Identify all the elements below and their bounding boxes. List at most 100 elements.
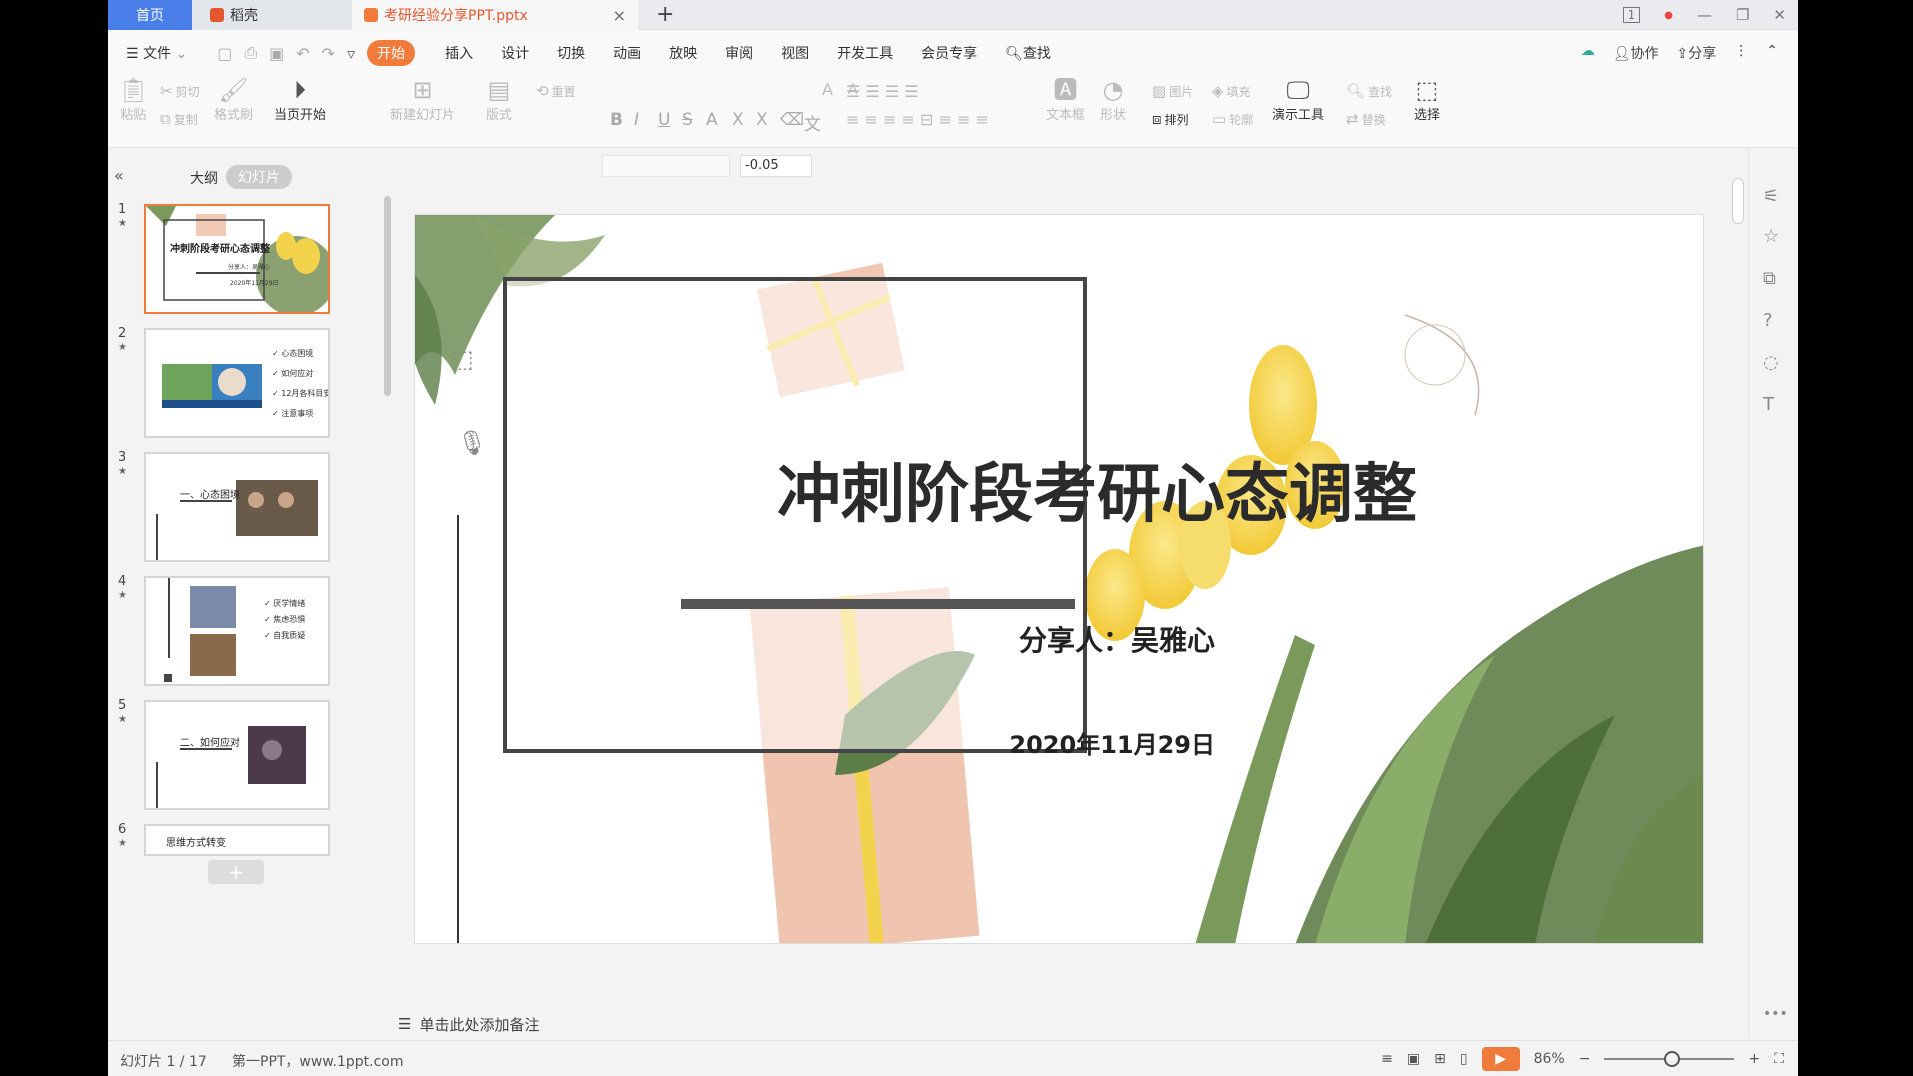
slide-thumbnail-2[interactable]: ✓ 心态困境 ✓ 如何应对 ✓ 12月各科目安排 ✓ 注意事项: [144, 328, 330, 438]
tab-document[interactable]: 考研经验分享PPT.pptx ×: [352, 0, 638, 30]
more-options-icon[interactable]: •••: [1763, 1006, 1788, 1022]
select-button[interactable]: ⬚ 选择: [1414, 76, 1440, 123]
bullets-icon[interactable]: ☰ ☰ ☰ ☰: [846, 82, 919, 101]
replace-button[interactable]: ⇄ 替换: [1346, 110, 1386, 128]
arrange-button[interactable]: ⧈ 排列: [1152, 110, 1189, 128]
new-tab-button[interactable]: +: [656, 2, 674, 27]
paste-button[interactable]: 📋︎ 粘贴: [118, 76, 148, 123]
add-slide-button[interactable]: +: [208, 860, 264, 884]
font-size-input[interactable]: -0.05: [740, 155, 812, 177]
outline-button[interactable]: ▭ 轮廓: [1212, 110, 1253, 128]
copy-button[interactable]: ⧉ 复制: [160, 110, 198, 128]
normal-view-icon[interactable]: ▣: [1407, 1051, 1420, 1067]
collaborate-button[interactable]: 👤︎协作: [1613, 43, 1659, 63]
slide-thumbnail-5[interactable]: 二、如何应对: [144, 700, 330, 810]
more-icon[interactable]: ⋮: [1734, 43, 1748, 63]
play-slideshow-button[interactable]: ▶: [1481, 1047, 1520, 1071]
align-icons[interactable]: ≡ ≡ ≡ ≡ ⊟ ≡ ≡ ≡: [846, 110, 989, 129]
window-close-button[interactable]: ✕: [1773, 6, 1786, 24]
slide-sorter-icon[interactable]: ⊞: [1434, 1051, 1446, 1067]
menu-slideshow[interactable]: 放映: [669, 43, 697, 63]
thumbnail-scrollbar[interactable]: [384, 196, 391, 396]
fit-window-icon[interactable]: ⛶: [1774, 1051, 1784, 1067]
print-preview-icon[interactable]: ▣: [269, 44, 284, 63]
menu-view[interactable]: 视图: [781, 43, 809, 63]
format-painter-button[interactable]: 🖌︎ 格式刷: [214, 76, 253, 123]
cut-button[interactable]: ✂ 剪切: [160, 82, 200, 100]
slide-thumbnail-4[interactable]: ✓ 厌学情绪 ✓ 焦虑恐惧 ✓ 自我质疑: [144, 576, 330, 686]
strikethrough-icon[interactable]: S: [682, 110, 693, 130]
canvas-scrollbar-thumb[interactable]: [1732, 178, 1744, 224]
image-button[interactable]: ▨ 图片: [1152, 82, 1193, 100]
layout-button[interactable]: ▤ 版式: [486, 76, 512, 123]
page-indicator[interactable]: 1: [1622, 7, 1641, 23]
copy-slide-icon[interactable]: ⧉: [1763, 268, 1776, 289]
video-camera-icon[interactable]: ⬚: [451, 345, 474, 373]
superscript-icon[interactable]: X: [732, 110, 744, 130]
reading-view-icon[interactable]: ▯: [1460, 1051, 1468, 1067]
shape-button[interactable]: ◔ 形状: [1100, 76, 1126, 123]
underline-icon[interactable]: U: [658, 110, 670, 130]
font-name-select[interactable]: [602, 155, 730, 177]
zoom-in-icon[interactable]: +: [1748, 1051, 1760, 1067]
menu-design[interactable]: 设计: [501, 43, 529, 63]
bold-icon[interactable]: B: [610, 110, 623, 130]
tab-outline[interactable]: 大纲: [190, 168, 218, 188]
notes-toggle-icon[interactable]: ≡: [1381, 1051, 1393, 1067]
zoom-out-icon[interactable]: −: [1579, 1051, 1591, 1067]
menu-start[interactable]: 开始: [367, 40, 416, 66]
menu-developer[interactable]: 开发工具: [837, 43, 893, 63]
play-from-current-button[interactable]: ⏵ 当页开始: [274, 76, 326, 123]
slide-date[interactable]: 2020年11月29日: [977, 725, 1215, 760]
slide-thumbnail-6[interactable]: 思维方式转变: [144, 824, 330, 856]
reset-button[interactable]: ⟲ 重置: [536, 82, 576, 100]
font-grow-icon[interactable]: A: [822, 80, 833, 99]
tab-slides[interactable]: 幻灯片: [226, 165, 292, 189]
collapse-ribbon-icon[interactable]: ⌃: [1766, 43, 1778, 63]
text-tool-icon[interactable]: T: [1763, 394, 1774, 415]
slide-thumbnail-1[interactable]: 冲刺阶段考研心态调整 分享人：吴雅心 2020年11月29日: [144, 204, 330, 314]
cloud-sync-icon[interactable]: ☁: [1581, 43, 1595, 63]
menu-member[interactable]: 会员专享: [921, 43, 977, 63]
font-color-icon[interactable]: A: [706, 110, 718, 130]
tab-home[interactable]: 首页: [108, 0, 192, 30]
tab-daoke[interactable]: 稻壳: [192, 0, 352, 30]
zoom-level[interactable]: 86%: [1534, 1051, 1565, 1067]
idea-icon[interactable]: ◌: [1763, 352, 1779, 373]
text-box-button[interactable]: 🅰︎ 文本框: [1046, 76, 1085, 123]
redo-icon[interactable]: ↷: [322, 44, 335, 63]
properties-icon[interactable]: ⚟: [1763, 186, 1779, 207]
new-slide-button[interactable]: ⊞ 新建幻灯片: [390, 76, 455, 123]
minimize-button[interactable]: —: [1697, 6, 1712, 24]
customize-icon[interactable]: ▿: [347, 44, 355, 63]
share-button[interactable]: ⇪分享: [1677, 43, 1717, 63]
zoom-slider[interactable]: [1604, 1051, 1735, 1067]
menu-insert[interactable]: 插入: [445, 43, 473, 63]
menu-search[interactable]: 🔍︎查找: [1005, 43, 1051, 63]
zoom-slider-handle[interactable]: [1664, 1051, 1681, 1067]
slide-canvas[interactable]: ⬚ 🎙︎ 冲刺阶段考研心态调整 分享人：吴雅心 2020年11月29日: [414, 214, 1704, 944]
help-icon[interactable]: ?: [1763, 310, 1773, 331]
clear-format-icon[interactable]: ⌫: [780, 110, 804, 130]
slide-presenter[interactable]: 分享人：吴雅心: [977, 619, 1215, 659]
restore-button[interactable]: ❐: [1736, 6, 1749, 24]
close-tab-icon[interactable]: ×: [613, 6, 626, 25]
save-icon[interactable]: ▢: [217, 44, 232, 63]
menu-file[interactable]: ☰ 文件 ⌄: [126, 43, 187, 63]
menu-review[interactable]: 审阅: [725, 43, 753, 63]
slide-thumbnail-3[interactable]: 一、心态困境: [144, 452, 330, 562]
collapse-pane-icon[interactable]: «: [114, 166, 124, 185]
subscript-icon[interactable]: X: [756, 110, 768, 130]
menu-transition[interactable]: 切换: [557, 43, 585, 63]
find-button[interactable]: 🔍︎ 查找: [1346, 82, 1392, 100]
undo-icon[interactable]: ↶: [296, 44, 309, 63]
phonetic-icon[interactable]: 文: [804, 110, 821, 135]
presentation-tools-button[interactable]: 🖵︎ 演示工具: [1272, 76, 1324, 123]
fill-button[interactable]: ◈ 填充: [1212, 82, 1251, 100]
print-icon[interactable]: ⎙: [244, 43, 257, 63]
italic-icon[interactable]: I: [634, 110, 639, 130]
slide-title[interactable]: 冲刺阶段考研心态调整: [415, 443, 1703, 535]
animation-pin-icon[interactable]: ☆: [1763, 226, 1779, 247]
menu-animation[interactable]: 动画: [613, 43, 641, 63]
notes-area[interactable]: ☰ 单击此处添加备注: [398, 1012, 798, 1036]
